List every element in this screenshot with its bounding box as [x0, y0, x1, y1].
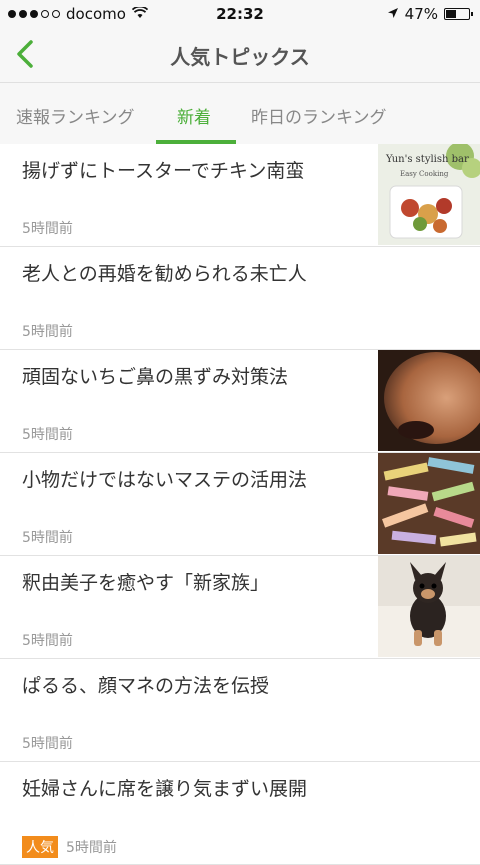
article-title: 妊婦さんに席を譲り気まずい展開	[22, 778, 308, 800]
article-title: 釈由美子を癒やす「新家族」	[22, 572, 270, 594]
status-bar: docomo 22:32 47%	[0, 0, 480, 28]
navigation-bar: 人気トピックス	[0, 28, 480, 82]
article-title: ぱるる、顔マネの方法を伝授	[22, 675, 270, 697]
article-time: 5時間前	[22, 427, 73, 443]
list-item[interactable]: 釈由美子を癒やす「新家族」 5時間前	[0, 556, 480, 659]
article-thumbnail: Yun's stylish bar Easy Cooking	[378, 144, 480, 245]
list-item[interactable]: 頑固ないちご鼻の黒ずみ対策法 5時間前	[0, 350, 480, 453]
tab-yesterday-ranking[interactable]: 昨日のランキング	[251, 103, 387, 128]
article-thumbnail	[378, 556, 480, 657]
list-item[interactable]: 小物だけではないマステの活用法 5時間前	[0, 453, 480, 556]
article-list: 揚げずにトースターでチキン南蛮 5時間前 Yun's stylish bar E…	[0, 144, 480, 865]
tab-breaking-ranking[interactable]: 速報ランキング	[16, 103, 135, 128]
tab-new-arrivals[interactable]: 新着	[177, 103, 211, 128]
battery-percent: 47%	[404, 5, 438, 23]
article-title: 老人との再婚を勧められる未亡人	[22, 263, 307, 285]
popular-badge: 人気	[22, 836, 58, 858]
location-arrow-icon	[387, 5, 399, 23]
list-item[interactable]: 妊婦さんに席を譲り気まずい展開 人気 5時間前	[0, 762, 480, 865]
article-time: 5時間前	[22, 736, 73, 752]
list-item[interactable]: ぱるる、顔マネの方法を伝授 5時間前	[0, 659, 480, 762]
article-title: 揚げずにトースターでチキン南蛮	[22, 160, 305, 182]
article-time: 5時間前	[22, 324, 73, 340]
article-title: 小物だけではないマステの活用法	[22, 469, 308, 491]
battery-icon	[444, 8, 473, 20]
list-item[interactable]: 揚げずにトースターでチキン南蛮 5時間前 Yun's stylish bar E…	[0, 144, 480, 247]
svg-text:Easy Cooking: Easy Cooking	[400, 170, 449, 178]
article-time: 5時間前	[66, 840, 117, 856]
article-title: 頑固ないちご鼻の黒ずみ対策法	[22, 366, 289, 388]
tab-bar: 速報ランキング 新着 昨日のランキング	[0, 82, 480, 145]
article-time: 5時間前	[22, 530, 73, 546]
list-item[interactable]: 老人との再婚を勧められる未亡人 5時間前	[0, 247, 480, 350]
page-title: 人気トピックス	[170, 45, 310, 69]
article-thumbnail	[378, 350, 480, 451]
article-time: 5時間前	[22, 633, 73, 649]
article-thumbnail	[378, 453, 480, 554]
article-time: 5時間前	[22, 221, 73, 237]
svg-text:Yun's stylish bar: Yun's stylish bar	[385, 154, 469, 165]
